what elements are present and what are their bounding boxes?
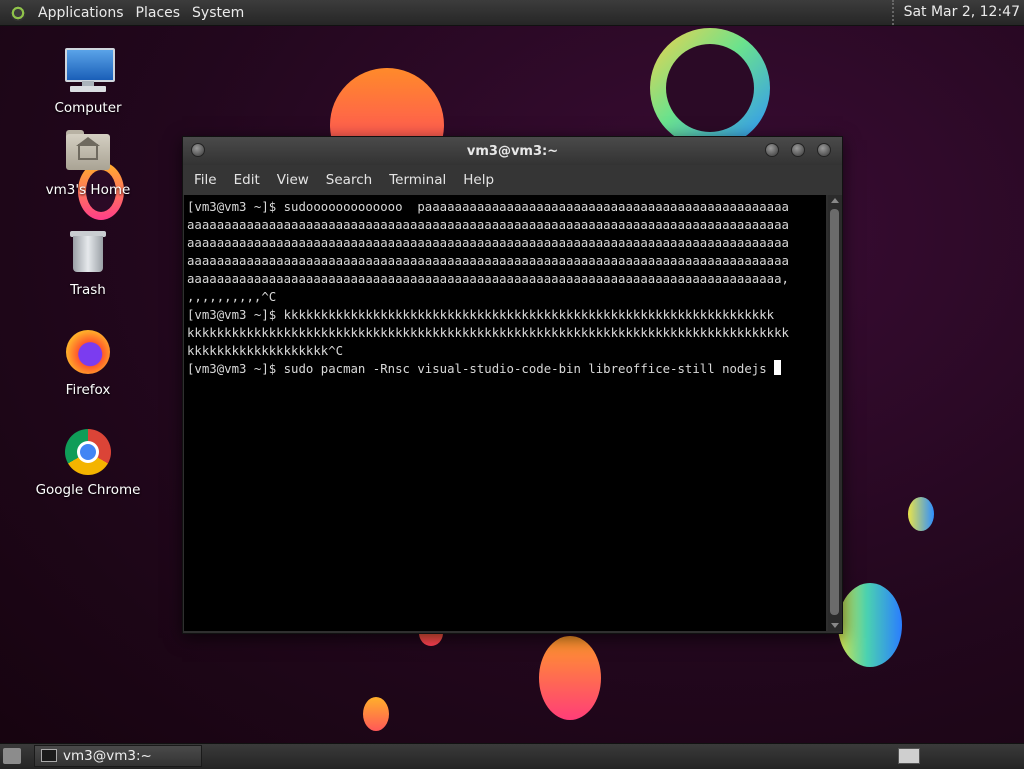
wallpaper-blue-oval-small: [908, 497, 934, 531]
terminal-current-command[interactable]: [vm3@vm3 ~]$ sudo pacman -Rnsc visual-st…: [187, 362, 774, 376]
window-title: vm3@vm3:~: [466, 144, 559, 159]
window-titlebar[interactable]: vm3@vm3:~: [183, 137, 842, 165]
scroll-up-icon[interactable]: [831, 198, 839, 203]
terminal-area[interactable]: [vm3@vm3 ~]$ sudooooooooooooo paaaaaaaaa…: [184, 195, 826, 631]
taskbar-button-terminal[interactable]: vm3@vm3:~: [34, 745, 202, 767]
workspace-switcher[interactable]: [898, 748, 920, 764]
text-cursor: [774, 360, 782, 375]
terminal-icon: [41, 749, 57, 762]
desktop-icon-computer[interactable]: Computer: [33, 46, 143, 116]
maximize-button[interactable]: [791, 143, 805, 157]
menu-places[interactable]: Places: [130, 5, 187, 21]
terminal-line: aaaaaaaaaaaaaaaaaaaaaaaaaaaaaaaaaaaaaaaa…: [187, 254, 789, 268]
panel-clock[interactable]: Sat Mar 2, 12:47: [891, 0, 1024, 25]
scroll-down-icon[interactable]: [831, 623, 839, 628]
terminal-line: kkkkkkkkkkkkkkkkkkk^C: [187, 344, 344, 358]
chrome-icon: [64, 428, 112, 476]
window-menu-icon[interactable]: [191, 143, 205, 157]
wallpaper-ring: [650, 28, 770, 148]
terminal-line: [vm3@vm3 ~]$ kkkkkkkkkkkkkkkkkkkkkkkkkkk…: [187, 308, 775, 322]
terminal-line: aaaaaaaaaaaaaaaaaaaaaaaaaaaaaaaaaaaaaaaa…: [187, 272, 789, 286]
minimize-button[interactable]: [765, 143, 779, 157]
menu-applications[interactable]: Applications: [32, 5, 130, 21]
computer-icon: [64, 46, 115, 94]
desktop-icon-trash[interactable]: Trash: [33, 228, 143, 298]
menu-edit[interactable]: Edit: [227, 172, 267, 188]
scrollbar-thumb[interactable]: [830, 209, 839, 615]
taskbar-button-label: vm3@vm3:~: [63, 748, 152, 764]
wallpaper-orange-oval: [539, 636, 601, 720]
wallpaper-small-oval: [363, 697, 389, 731]
desktop-icon-chrome[interactable]: Google Chrome: [33, 428, 143, 498]
close-button[interactable]: [817, 143, 831, 157]
terminal-line: kkkkkkkkkkkkkkkkkkkkkkkkkkkkkkkkkkkkkkkk…: [187, 326, 789, 340]
desktop-icon-label: vm3's Home: [45, 182, 131, 198]
desktop-icon-firefox[interactable]: Firefox: [33, 328, 143, 398]
firefox-icon: [64, 328, 112, 376]
distro-logo-icon[interactable]: [10, 4, 26, 21]
terminal-window: vm3@vm3:~ File Edit View Search Terminal…: [182, 136, 843, 634]
terminal-line: aaaaaaaaaaaaaaaaaaaaaaaaaaaaaaaaaaaaaaaa…: [187, 236, 789, 250]
top-panel: Applications Places System Sat Mar 2, 12…: [0, 0, 1024, 26]
bottom-panel: vm3@vm3:~: [0, 743, 1024, 769]
menu-view[interactable]: View: [270, 172, 316, 188]
terminal-output: [vm3@vm3 ~]$ sudooooooooooooo paaaaaaaaa…: [187, 198, 827, 378]
terminal-menubar: File Edit View Search Terminal Help: [183, 165, 842, 195]
desktop-icon-label: Google Chrome: [35, 482, 141, 498]
trash-icon: [64, 228, 112, 276]
terminal-line: [vm3@vm3 ~]$ sudooooooooooooo paaaaaaaaa…: [187, 200, 789, 214]
desktop-icon-home[interactable]: vm3's Home: [33, 128, 143, 198]
desktop-icon-label: Computer: [54, 100, 122, 116]
menu-terminal[interactable]: Terminal: [382, 172, 453, 188]
terminal-line: aaaaaaaaaaaaaaaaaaaaaaaaaaaaaaaaaaaaaaaa…: [187, 218, 789, 232]
menu-search[interactable]: Search: [319, 172, 379, 188]
desktop-icon-label: Firefox: [65, 382, 111, 398]
home-folder-icon: [64, 128, 112, 176]
wallpaper-blue-oval: [838, 583, 902, 667]
show-desktop-icon[interactable]: [3, 748, 21, 764]
desktop-icon-label: Trash: [70, 282, 106, 298]
terminal-line: ,,,,,,,,,,^C: [187, 290, 277, 304]
menu-system[interactable]: System: [186, 5, 250, 21]
menu-help[interactable]: Help: [456, 172, 501, 188]
menu-file[interactable]: File: [187, 172, 224, 188]
terminal-scrollbar[interactable]: [828, 195, 842, 631]
